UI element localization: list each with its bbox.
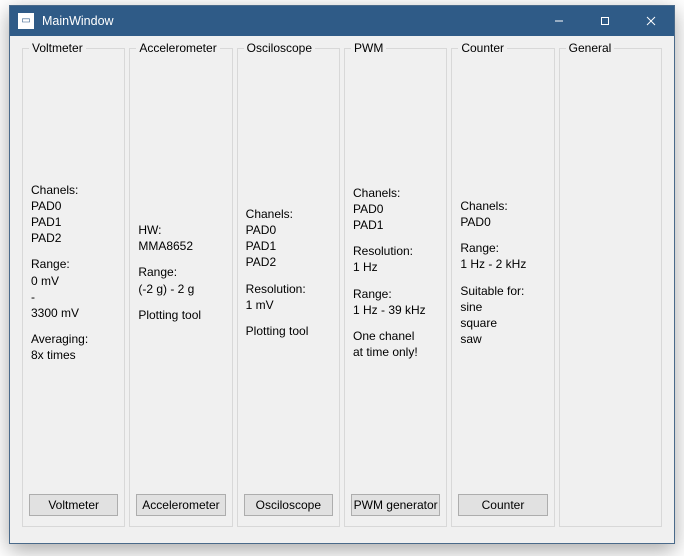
maximize-button[interactable] [582, 6, 628, 36]
info-text: Suitable for: sine square saw [460, 283, 545, 348]
group-counter: Counter Chanels: PAD0 Range: 1 Hz - 2 kHz S… [451, 48, 554, 527]
group-title: Counter [458, 41, 507, 55]
osciloscope-button[interactable]: Osciloscope [244, 494, 333, 516]
info-text: Range: 1 Hz - 39 kHz [353, 286, 438, 318]
titlebar: ▭ MainWindow [10, 6, 674, 36]
group-title: Accelerometer [136, 41, 219, 55]
pwm-button[interactable]: PWM generator [351, 494, 440, 516]
info-text: Range: 1 Hz - 2 kHz [460, 240, 545, 272]
client-area: Voltmeter Chanels: PAD0 PAD1 PAD2 Range: 0… [10, 36, 674, 543]
group-body: Chanels: PAD0 PAD1 Resolution: 1 Hz Range:… [351, 57, 440, 488]
minimize-button[interactable] [536, 6, 582, 36]
info-text: Resolution: 1 mV [246, 281, 331, 313]
info-text: Chanels: PAD0 PAD1 PAD2 [246, 206, 331, 271]
info-text: One chanel at time only! [353, 328, 438, 360]
info-text: Range: 0 mV - 3300 mV [31, 256, 116, 321]
group-voltmeter: Voltmeter Chanels: PAD0 PAD1 PAD2 Range: 0… [22, 48, 125, 527]
group-title: General [566, 41, 615, 55]
app-icon: ▭ [18, 13, 34, 29]
group-title: Osciloscope [244, 41, 315, 55]
info-text: Chanels: PAD0 PAD1 PAD2 [31, 182, 116, 247]
group-body: Chanels: PAD0 PAD1 PAD2 Range: 0 mV - 330… [29, 57, 118, 488]
info-text: Chanels: PAD0 [460, 198, 545, 230]
group-title: PWM [351, 41, 386, 55]
info-text: Resolution: 1 Hz [353, 243, 438, 275]
main-window: ▭ MainWindow Voltmeter Chanels: PAD0 PAD1… [9, 5, 675, 544]
info-text: Plotting tool [246, 323, 331, 339]
info-text: Range: (-2 g) - 2 g [138, 264, 223, 296]
group-general: General [559, 48, 662, 527]
group-pwm: PWMChanels: PAD0 PAD1Resolution: 1 HzRan… [344, 48, 447, 527]
window-title: MainWindow [42, 14, 114, 28]
group-accelerometer: Accelerometer HW: MMA8652 Range: (-2 g) - … [129, 48, 232, 527]
group-footer: Osciloscope [244, 488, 333, 516]
info-text: Averaging: 8x times [31, 331, 116, 363]
voltmeter-button[interactable]: Voltmeter [29, 494, 118, 516]
info-text: HW: MMA8652 [138, 222, 223, 254]
group-footer: Counter [458, 488, 547, 516]
close-button[interactable] [628, 6, 674, 36]
accelerometer-button[interactable]: Accelerometer [136, 494, 225, 516]
group-title: Voltmeter [29, 41, 86, 55]
group-osciloscope: Osciloscope Chanels: PAD0 PAD1 PAD2 Resolu… [237, 48, 340, 527]
group-footer: Accelerometer [136, 488, 225, 516]
group-body: HW: MMA8652 Range: (-2 g) - 2 g Plotting t… [136, 57, 225, 488]
counter-button[interactable]: Counter [458, 494, 547, 516]
group-footer: PWM generator [351, 488, 440, 516]
info-text: Chanels: PAD0 PAD1 [353, 185, 438, 234]
group-footer: Voltmeter [29, 488, 118, 516]
group-body: Chanels: PAD0 PAD1 PAD2 Resolution: 1 mV P… [244, 57, 333, 488]
info-text: Plotting tool [138, 307, 223, 323]
group-body: Chanels: PAD0 Range: 1 Hz - 2 kHz Suitable… [458, 57, 547, 488]
group-body [566, 57, 655, 516]
